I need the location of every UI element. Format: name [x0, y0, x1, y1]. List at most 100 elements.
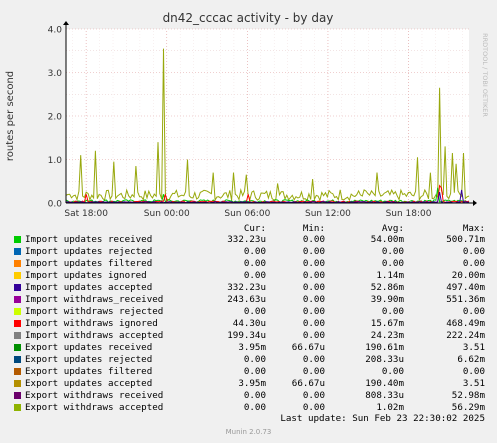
legend-series-name: Export updates accepted [25, 378, 153, 389]
last-update-text: Last update: Sun Feb 23 22:30:02 2025 [280, 413, 485, 424]
legend-value-min: 0.00 [302, 390, 325, 401]
legend-row: Export updates filtered 0.00 0.00 0.00 0.00 [12, 366, 497, 378]
legend-series-name: Export updates received [25, 342, 153, 353]
legend-swatch [14, 356, 21, 363]
legend-swatch [14, 404, 21, 411]
legend-row: Import updates received 332.23u 0.00 54.00m… [12, 234, 497, 246]
legend-value-avg: 1.14m [376, 270, 404, 281]
legend-value-max: 3.51 [462, 378, 485, 389]
legend-swatch [14, 392, 21, 399]
legend-swatch [14, 248, 21, 255]
legend-value-avg: 1.02m [376, 402, 404, 413]
legend-swatch [14, 320, 21, 327]
legend-series-name: Import withdraws accepted [25, 330, 164, 341]
legend-value-avg: 39.90m [370, 294, 404, 305]
legend-row: Import updates accepted 332.23u 0.00 52.86m… [12, 282, 497, 294]
legend-value-avg: 808.33u [365, 390, 404, 401]
x-tick-label: Sun 18:00 [386, 209, 432, 219]
legend-value-max: 6.62m [457, 354, 485, 365]
legend-value-max: 551.36m [446, 294, 485, 305]
x-tick-label: Sun 06:00 [224, 209, 270, 219]
legend-value-min: 0.00 [302, 270, 325, 281]
legend-value-min: 0.00 [302, 282, 325, 293]
legend-value-max: 52.98m [451, 390, 485, 401]
legend-swatch [14, 272, 21, 279]
legend-series-name: Import updates rejected [25, 246, 153, 257]
legend-value-avg: 24.23m [370, 330, 404, 341]
legend-swatch [14, 368, 21, 375]
legend-value-min: 0.00 [302, 366, 325, 377]
rrdtool-side-label: RRDTOOL / TOBI OETIKER [481, 33, 489, 117]
legend-header-avg: Avg: [381, 223, 404, 234]
legend-row: Import updates rejected 0.00 0.00 0.00 0.00 [12, 246, 497, 258]
legend-series-name: Import updates accepted [25, 282, 153, 293]
legend-row: Export withdraws received 0.00 0.00 808.33u… [12, 390, 497, 402]
legend-series-name: Import withdraws ignored [25, 318, 158, 329]
legend-value-avg: 208.33u [365, 354, 404, 365]
x-axis-arrow [473, 200, 477, 206]
legend-value-avg: 0.00 [381, 246, 404, 257]
legend-value-max: 500.71m [446, 234, 485, 245]
legend-value-max: 468.49m [446, 318, 485, 329]
legend-series-name: Export withdraws received [25, 390, 164, 401]
legend-value-min: 0.00 [302, 402, 325, 413]
y-tick-label: 3.0 [48, 69, 63, 79]
y-axis-arrow [63, 21, 69, 25]
legend-row: Import updates filtered 0.00 0.00 0.00 0.00 [12, 258, 497, 270]
legend-swatch [14, 284, 21, 291]
legend-value-max: 56.29m [451, 402, 485, 413]
legend-series-name: Export withdraws accepted [25, 402, 164, 413]
legend-row: Export updates accepted 3.95m 66.67u 190.40… [12, 378, 497, 390]
legend-value-min: 66.67u [291, 342, 325, 353]
legend-row: Export updates rejected 0.00 0.00 208.33u 6.… [12, 354, 497, 366]
legend-series-name: Export updates rejected [25, 354, 153, 365]
legend-value-min: 0.00 [302, 330, 325, 341]
legend-series-name: Export updates filtered [25, 366, 153, 377]
legend-value-min: 66.67u [291, 378, 325, 389]
legend-swatch [14, 344, 21, 351]
legend-row: Import withdraws ignored 44.30u 0.00 15.67m… [12, 318, 497, 330]
legend-value-avg: 0.00 [381, 258, 404, 269]
chart-title: dn42_cccac activity - by day [163, 11, 334, 25]
legend-swatch [14, 260, 21, 267]
legend-value-avg: 190.40m [365, 378, 404, 389]
y-tick-label: 0.0 [48, 200, 63, 210]
legend-row: Import updates ignored 0.00 0.00 1.14m 20.00… [12, 270, 497, 282]
legend-value-max: 0.00 [462, 366, 485, 377]
legend-swatch [14, 332, 21, 339]
legend-value-max: 0.00 [462, 258, 485, 269]
legend-value-max: 0.00 [462, 306, 485, 317]
legend-swatch [14, 308, 21, 315]
legend-header-min: Min: [302, 223, 325, 234]
y-tick-label: 4.0 [48, 26, 63, 36]
legend-value-avg: 190.61m [365, 342, 404, 353]
legend-value-avg: 0.00 [381, 306, 404, 317]
legend-value-avg: 15.67m [370, 318, 404, 329]
legend-value-max: 497.40m [446, 282, 485, 293]
legend-series-name: Import updates ignored [25, 270, 147, 281]
legend-row: Import withdraws_received 243.63u 0.00 39.9… [12, 294, 497, 306]
y-tick-label: 1.0 [48, 156, 63, 166]
legend-series-name: Import withdraws_received [25, 294, 164, 305]
munin-version-text: Munin 2.0.73 [225, 428, 272, 436]
y-axis-label: routes per second [5, 71, 16, 161]
x-tick-label: Sun 12:00 [305, 209, 351, 219]
x-tick-label: Sat 18:00 [64, 209, 108, 219]
legend-row: Export updates received 3.95m 66.67u 190.61… [12, 342, 497, 354]
legend-value-avg: 52.86m [370, 282, 404, 293]
legend-row: Import withdraws accepted 199.34u 0.00 24.2… [12, 330, 497, 342]
legend-swatch [14, 296, 21, 303]
legend-row: Import withdraws rejected 0.00 0.00 0.00 0.0… [12, 306, 497, 318]
legend-value-min: 0.00 [302, 354, 325, 365]
legend-swatch [14, 380, 21, 387]
legend-value-min: 0.00 [302, 246, 325, 257]
legend-series-name: Import withdraws rejected [25, 306, 164, 317]
legend-value-max: 20.00m [451, 270, 485, 281]
activity-chart: 0.0 1.0 2.0 3.0 4.0 Sat 18:00 Sun 00:00 Sun 06:… [5, 11, 489, 219]
legend-series-name: Import updates received [25, 234, 153, 245]
y-tick-label: 2.0 [48, 113, 63, 123]
legend-value-min: 0.00 [302, 306, 325, 317]
legend-value-avg: 54.00m [370, 234, 404, 245]
legend-swatch [14, 236, 21, 243]
legend-series-name: Import updates filtered [25, 258, 153, 269]
